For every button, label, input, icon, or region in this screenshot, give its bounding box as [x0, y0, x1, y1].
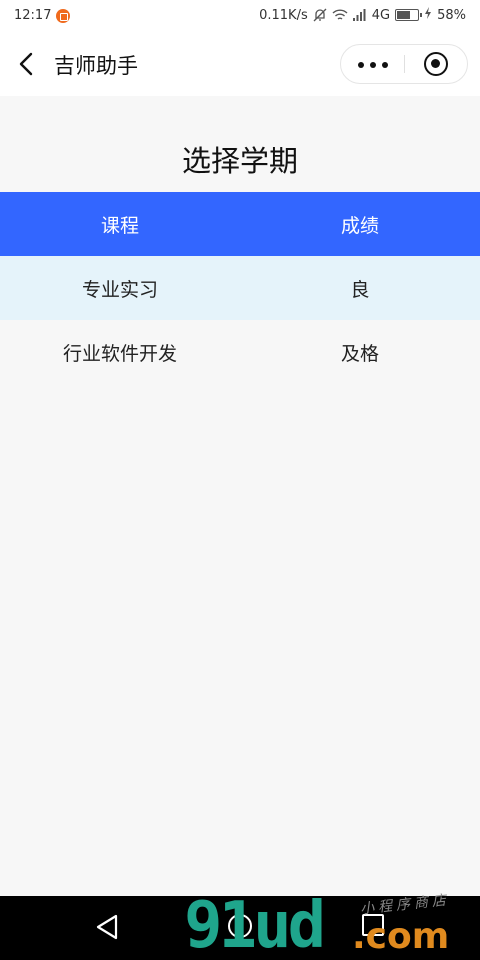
watermark-small: 小程序商店: [359, 892, 451, 918]
watermark-suffix: .com: [352, 916, 450, 957]
signal-icon: [352, 9, 367, 21]
status-bar: 12:17 0.11K/s 4G 58%: [0, 0, 480, 32]
watermark-main: 91ud: [184, 889, 326, 960]
charging-icon: [424, 7, 432, 23]
table-header: 课程 成绩: [0, 192, 480, 256]
network-type: 4G: [371, 7, 391, 23]
page-title[interactable]: 选择学期: [0, 138, 480, 180]
back-arrow-icon[interactable]: [16, 52, 40, 76]
target-close-icon: [424, 52, 448, 76]
battery-percent: 58%: [437, 7, 466, 23]
table-row: 专业实习 良: [0, 256, 480, 320]
more-dot-icon: [370, 62, 376, 68]
status-time: 12:17: [14, 8, 52, 23]
more-menu-button[interactable]: [341, 45, 405, 83]
table-row: 行业软件开发 及格: [0, 320, 480, 384]
network-speed: 0.11K/s: [259, 7, 308, 23]
battery-icon: [395, 9, 423, 21]
course-cell: 专业实习: [81, 278, 158, 301]
wifi-icon: [332, 8, 348, 22]
app-notification-icon: [56, 9, 70, 23]
watermark-logo: 91ud 小程序商店 .com: [180, 890, 480, 960]
nav-bar: 吉师助手: [0, 32, 480, 96]
more-dot-icon: [358, 62, 364, 68]
header-grade: 成绩: [340, 214, 379, 237]
course-cell: 行业软件开发: [62, 342, 177, 365]
header-course: 课程: [100, 214, 139, 237]
grade-cell: 良: [350, 278, 370, 301]
more-dot-icon: [382, 62, 388, 68]
status-indicators: 0.11K/s 4G 58%: [259, 7, 466, 23]
close-mini-program-button[interactable]: [405, 45, 468, 83]
grades-table: 课程 成绩 专业实习 良 行业软件开发 及格: [0, 192, 480, 384]
nav-title: 吉师助手: [54, 54, 138, 78]
mute-bell-icon: [313, 8, 327, 22]
mini-program-capsule: [340, 44, 468, 84]
system-back-icon[interactable]: [94, 913, 120, 941]
grade-cell: 及格: [340, 342, 379, 365]
